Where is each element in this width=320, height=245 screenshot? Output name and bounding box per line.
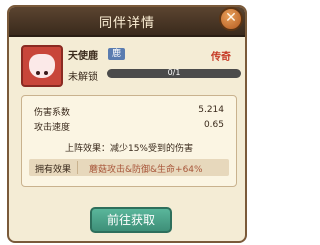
owned-effect-value: 蘑菇攻击&防御&生命+64% (89, 165, 203, 175)
title-bar: 同伴详情 ✕ (9, 7, 245, 37)
deploy-effect: 上阵效果：减少15%受到的伤害 (64, 144, 193, 154)
stat-label-damage: 伤害系数 (34, 108, 71, 118)
screen: 同伴详情 ✕ 天使鹿 鹿 传奇 未解锁 0/1 伤害系数 5.214 攻击速度 … (0, 0, 254, 245)
companion-detail-panel: 同伴详情 ✕ 天使鹿 鹿 传奇 未解锁 0/1 伤害系数 5.214 攻击速度 … (7, 5, 247, 243)
owned-effect-divider (77, 161, 78, 174)
avatar-ear-right (44, 57, 52, 65)
companion-name: 天使鹿 (68, 51, 98, 62)
dialog-title: 同伴详情 (98, 16, 155, 31)
unlock-progress-label: 0/1 (167, 68, 181, 77)
companion-avatar (21, 45, 63, 87)
stat-label-attack-speed: 攻击速度 (34, 123, 71, 133)
avatar-eye-left (36, 71, 40, 75)
avatar-ear-left (32, 57, 40, 65)
stat-value-attack-speed: 0.65 (203, 120, 224, 130)
owned-effect-row: 拥有效果 蘑菇攻击&防御&生命+64% (29, 159, 229, 176)
unlock-status: 未解锁 (68, 72, 98, 83)
close-button[interactable]: ✕ (219, 7, 243, 31)
unlock-progress-bar: 0/1 (107, 68, 241, 78)
deer-icon (29, 54, 55, 78)
close-icon[interactable]: ✕ (221, 10, 241, 26)
stat-value-damage: 5.214 (198, 105, 224, 115)
owned-effect-label: 拥有效果 (35, 165, 72, 175)
rarity-label: 传奇 (211, 52, 231, 63)
avatar-eye-right (44, 71, 48, 75)
companion-type-tag: 鹿 (108, 48, 126, 60)
go-obtain-button[interactable]: 前往获取 (90, 207, 172, 233)
stats-box: 伤害系数 5.214 攻击速度 0.65 上阵效果：减少15%受到的伤害 拥有效… (21, 95, 237, 187)
